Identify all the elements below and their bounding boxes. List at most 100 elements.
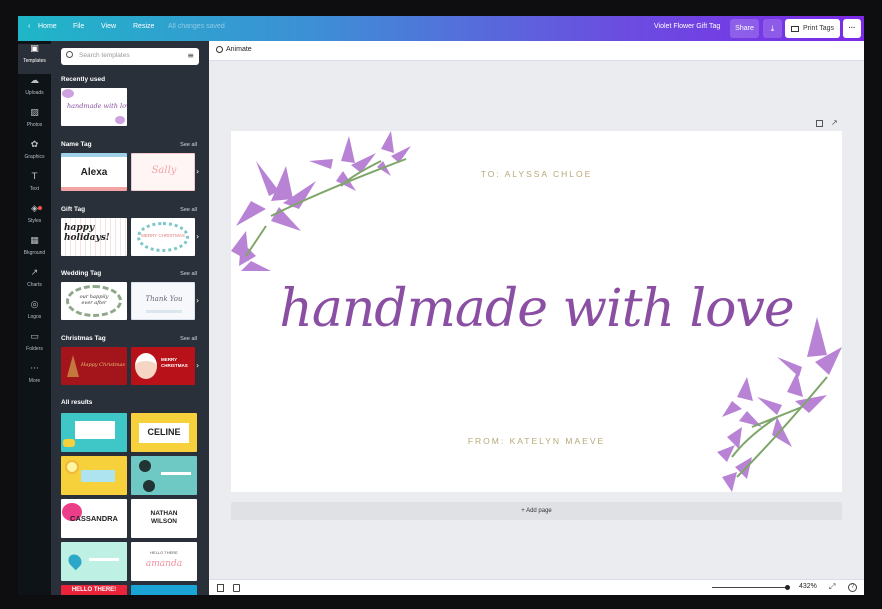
rail-item-logos[interactable]: ◎ Logos [18,300,51,330]
sender-text[interactable]: FROM: KATELYN MAEVE [231,436,842,446]
dot-shape [139,460,151,472]
search-input[interactable]: Search templates [79,52,130,59]
gift-tag-thumb[interactable]: happy holidays! [61,218,127,256]
text-icon: T [31,172,38,182]
help-icon[interactable]: ? [848,583,857,592]
text-line [89,558,119,561]
chevron-right-icon[interactable]: › [196,232,204,242]
pages-icon[interactable] [233,584,240,592]
result-thumb[interactable]: HELLO THERE amanda [131,542,197,581]
rail-item-text[interactable]: T Text [18,172,51,202]
more-options-button[interactable]: ··· [843,19,861,38]
add-page-button[interactable]: + Add page [231,502,842,520]
christmas-tag-heading: Christmas Tag [61,335,106,342]
zoom-level[interactable]: 432% [799,583,817,590]
result-thumb[interactable]: CELINE [131,413,197,452]
rail-label: Logos [27,314,42,320]
thumb-text: Sally [151,165,177,176]
rail-item-graphics[interactable]: ✿ Graphics [18,140,51,170]
headline-text[interactable]: handmade with love [231,279,842,339]
name-tag-heading: Name Tag [61,141,92,148]
result-thumb[interactable] [61,456,127,495]
view-menu[interactable]: View [101,23,116,30]
file-menu[interactable]: File [73,23,84,30]
background-icon: ▦ [30,236,39,246]
wedding-tag-thumb[interactable]: Thank You [131,282,195,320]
rail-label: Uploads [25,90,44,96]
side-rail: ▣ Templates ☁ Uploads ▨ Photos ✿ Graphics TT… [18,41,51,595]
more-dots-icon: ··· [30,364,39,374]
rail-label: Graphics [24,154,45,160]
thumb-text: HELLO THERE! [71,587,117,593]
recipient-text[interactable]: TO: ALYSSA CHLOE [231,169,842,179]
gift-tag-heading: Gift Tag [61,206,86,213]
chevron-right-icon[interactable]: › [196,296,204,306]
filter-icon[interactable]: ≡ [187,52,194,60]
thumb-text: happy holidays! [64,223,110,243]
rail-label: Folders [26,346,43,352]
template-search-box[interactable]: Search templates ≡ [61,48,199,65]
christmas-tag-thumb[interactable]: Happy Christmas [61,347,127,385]
chevron-right-icon[interactable]: › [196,167,204,177]
document-title[interactable]: Violet Flower Gift Tag [654,23,720,30]
see-all-link[interactable]: See all [180,336,197,342]
bottom-bar: 432% ⤢ ? [209,579,864,595]
chevron-right-icon[interactable]: › [196,361,204,371]
animate-label: Animate [226,46,252,53]
result-thumb[interactable] [131,456,197,495]
rail-item-templates[interactable]: ▣ Templates [18,44,51,74]
print-tags-button[interactable]: Print Tags [785,19,840,38]
christmas-tag-thumb[interactable]: MERRY CHRISTMAS [131,347,195,385]
rail-item-charts[interactable]: ↗ Charts [18,268,51,298]
fullscreen-icon[interactable]: ⤢ [829,582,835,592]
rail-item-more[interactable]: ··· More [18,364,51,394]
notes-icon[interactable] [217,584,224,592]
thumb-text: Alexa [80,167,108,178]
result-thumb[interactable]: CASSANDRA [61,499,127,538]
download-button[interactable]: ⤓ [763,19,782,38]
recent-template-thumb[interactable]: handmade with love [61,88,127,126]
result-thumb[interactable]: HELLO THERE! [61,585,127,595]
confetti-shape [63,439,75,447]
zoom-slider-track[interactable] [712,587,788,588]
rail-item-folders[interactable]: ▭ Folders [18,332,51,362]
save-status: All changes saved [168,23,225,30]
see-all-link[interactable]: See all [180,207,197,213]
name-tag-thumb[interactable]: Sally [131,153,195,191]
result-thumb[interactable]: NATHAN WILSON [131,499,197,538]
home-menu[interactable]: Home [38,23,57,30]
thumb-text: our happily ever after [79,294,109,306]
wedding-tag-thumb[interactable]: our happily ever after [61,282,127,320]
rail-item-background[interactable]: ▦ Bkground [18,236,51,266]
zoom-slider-handle[interactable] [785,585,790,590]
see-all-link[interactable]: See all [180,271,197,277]
editor-toolbar: Animate [209,41,864,61]
back-icon[interactable]: ‹ [28,23,30,30]
animate-button[interactable]: Animate [216,46,252,53]
templates-icon: ▣ [30,44,39,54]
top-bar: ‹ Home File View Resize All changes save… [18,16,864,41]
add-page-icon[interactable]: ↗ [831,119,838,127]
rail-item-styles[interactable]: ◈ Styles [18,204,51,234]
upload-cloud-icon: ☁ [30,76,39,86]
design-canvas[interactable]: TO: ALYSSA CHLOE handmade with love FROM… [231,131,842,492]
share-label: Share [735,25,754,32]
rail-item-uploads[interactable]: ☁ Uploads [18,76,51,106]
rail-label: Photos [26,122,43,128]
wedding-tag-heading: Wedding Tag [61,270,102,277]
text-line [146,310,182,313]
print-tags-label: Print Tags [803,25,834,32]
duplicate-page-icon[interactable] [816,120,823,127]
name-tag-thumb[interactable]: Alexa [61,153,127,191]
gift-tag-thumb[interactable]: MERRY CHRISTMAS [131,218,195,256]
violet-flowers-top-left [231,131,411,271]
see-all-link[interactable]: See all [180,142,197,148]
rail-item-photos[interactable]: ▨ Photos [18,108,51,138]
result-thumb[interactable] [61,413,127,452]
resize-menu[interactable]: Resize [133,23,154,30]
share-button[interactable]: Share [730,19,759,38]
thumb-text: CELINE [147,427,181,437]
chart-icon: ↗ [30,268,39,278]
result-thumb[interactable] [131,585,197,595]
result-thumb[interactable] [61,542,127,581]
